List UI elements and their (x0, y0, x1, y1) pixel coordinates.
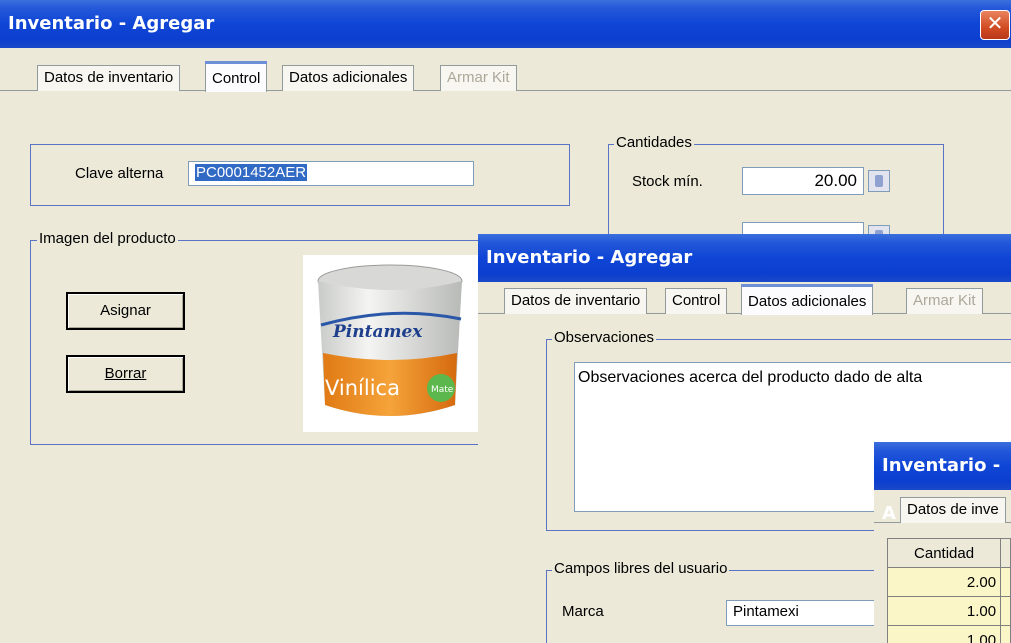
brand-logo-text: Pintamex (332, 322, 423, 342)
cantidad-cell[interactable]: 1.00 (886, 596, 1002, 626)
campos-libres-legend: Campos libres del usuario (552, 560, 730, 577)
tab-label: Control (212, 70, 261, 87)
tab-label: Armar Kit (913, 292, 976, 309)
title-bar[interactable]: Inventario - Agregar (0, 0, 1011, 48)
tab-datos-inventario[interactable]: Datos de inventario (37, 65, 181, 91)
tab-strip: Datos de inventario Control Datos adicio… (478, 284, 1011, 315)
asignar-label: Asignar (100, 302, 151, 319)
svg-text:Vinílica: Vinílica (325, 376, 400, 400)
table-row[interactable]: 2.00 (886, 567, 1011, 597)
observaciones-text: Observaciones acerca del producto dado d… (578, 369, 923, 386)
stock-min-text: Stock mín. (632, 173, 703, 190)
stock-min-input[interactable]: 20.00 (742, 167, 864, 195)
marca-label: Marca (562, 603, 604, 620)
cantidades-legend: Cantidades (614, 134, 694, 151)
tab-label: Datos de inve (907, 501, 999, 518)
column-header-cantidad[interactable]: Cantidad (886, 538, 1002, 568)
marca-value: Pintamexi (733, 603, 799, 620)
tab-label: Armar Kit (447, 69, 510, 86)
imagen-legend: Imagen del producto (37, 230, 178, 247)
tab-datos-adicionales[interactable]: Datos adicionales (282, 65, 415, 91)
clave-alterna-label: Clave alterna (75, 165, 164, 182)
close-icon[interactable]: ✕ (980, 10, 1010, 40)
table-row[interactable]: 1.00 (886, 596, 1011, 626)
product-image: Pintamex Vinílica Mate (303, 255, 478, 432)
tab-armar-kit: Armar Kit (440, 65, 517, 91)
column-header-extra (1000, 538, 1011, 568)
kit-table[interactable]: Cantidad 2.00 1.00 1.00 (886, 538, 1011, 643)
clave-alterna-input[interactable]: PC0001452AER (188, 161, 474, 186)
tab-datos-inventario[interactable]: Datos de inve (900, 497, 1006, 523)
clave-alterna-value: PC0001452AER (195, 164, 308, 181)
stock-min-label: Stock mín. (632, 173, 703, 190)
marca-input[interactable]: Pintamexi (726, 600, 886, 626)
window-title: Inventario - Agregar (8, 13, 215, 34)
title-bar[interactable]: Inventario - A (874, 442, 1011, 524)
borrar-button[interactable]: Borrar (66, 355, 185, 393)
tab-label: Datos adicionales (748, 293, 867, 310)
observaciones-legend: Observaciones (552, 329, 657, 346)
svg-text:Mate: Mate (431, 385, 454, 395)
borrar-label: Borrar (104, 365, 147, 382)
tab-armar-kit: Armar Kit (906, 288, 983, 314)
tab-label: Control (672, 292, 721, 309)
window-title: Inventario - Agregar (486, 247, 693, 268)
tab-control[interactable]: Control (665, 288, 728, 314)
tab-label: Datos de inventario (511, 292, 641, 309)
tab-control[interactable]: Control (205, 61, 268, 92)
paint-can-icon: Pintamex Vinílica Mate (317, 264, 463, 416)
extra-cell (1000, 596, 1011, 626)
extra-cell (1000, 567, 1011, 597)
asignar-button[interactable]: Asignar (66, 292, 185, 330)
tab-datos-adicionales[interactable]: Datos adicionales (741, 284, 874, 315)
title-bar[interactable]: Inventario - Agregar (478, 234, 1011, 282)
cantidad-cell[interactable]: 1.00 (886, 625, 1002, 643)
tab-label: Datos adicionales (289, 69, 408, 86)
stock-min-value: 20.00 (814, 171, 857, 190)
tab-strip: Datos de inventario Control Datos adicio… (0, 61, 1011, 92)
cantidad-cell[interactable]: 2.00 (886, 567, 1002, 597)
table-row[interactable]: 1.00 (886, 625, 1011, 643)
tab-datos-inventario[interactable]: Datos de inventario (504, 288, 648, 314)
extra-cell (1000, 625, 1011, 643)
window-armar-kit: Inventario - A Datos de inve Cantidad 2.… (874, 442, 1011, 643)
tab-label: Datos de inventario (44, 69, 174, 86)
calculator-icon[interactable] (868, 170, 890, 192)
tab-strip: Datos de inve (874, 493, 1011, 523)
